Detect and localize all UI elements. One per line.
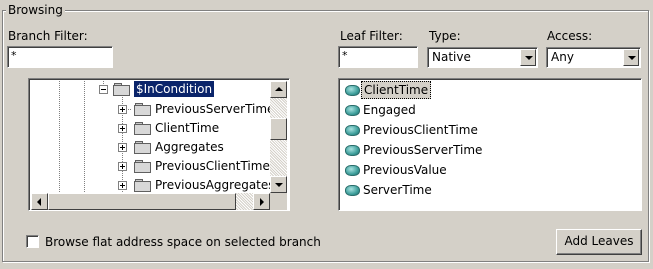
folder-icon xyxy=(134,122,151,135)
branch-tree[interactable]: $InCondition PreviousServerTime ClientTi… xyxy=(28,78,290,211)
tree-item-label: PreviousServerTime xyxy=(155,102,275,116)
leaf-item-label: ServerTime xyxy=(363,183,432,197)
tree-item-aggregates[interactable]: Aggregates xyxy=(117,138,282,156)
tree-item-label: PreviousAggregates xyxy=(155,178,275,192)
expand-icon[interactable] xyxy=(118,124,127,133)
expand-icon[interactable] xyxy=(118,181,127,190)
chevron-down-icon xyxy=(525,56,533,60)
access-selected-value: Any xyxy=(551,50,574,64)
scrollbar-corner xyxy=(270,193,287,210)
folder-icon xyxy=(134,179,151,192)
expand-icon[interactable] xyxy=(118,143,127,152)
leaf-tag-icon xyxy=(345,105,360,116)
branch-filter-label: Branch Filter: xyxy=(8,29,88,43)
folder-open-icon xyxy=(113,83,130,96)
chevron-down-icon xyxy=(628,56,636,60)
expand-icon[interactable] xyxy=(118,162,127,171)
leaf-item-label: PreviousServerTime xyxy=(363,143,483,157)
add-leaves-button[interactable]: Add Leaves xyxy=(556,229,642,255)
folder-icon xyxy=(134,141,151,154)
type-selected-value: Native xyxy=(432,50,471,64)
access-label: Access: xyxy=(547,29,593,43)
horizontal-scroll-thumb[interactable] xyxy=(48,193,236,210)
leaf-item-label: ClientTime xyxy=(361,81,432,99)
leaf-tag-icon xyxy=(345,145,360,156)
arrow-up-icon xyxy=(275,87,283,91)
tree-item-label: ClientTime xyxy=(155,121,220,135)
vertical-scroll-thumb[interactable] xyxy=(270,118,287,140)
type-dropdown-button[interactable] xyxy=(520,49,536,66)
tree-item-previousservertime[interactable]: PreviousServerTime xyxy=(117,100,282,118)
tree-item-label: PreviousClientTime xyxy=(155,159,270,173)
collapse-icon[interactable] xyxy=(99,85,108,94)
folder-icon xyxy=(134,103,151,116)
leaf-filter-input[interactable]: * xyxy=(338,46,418,68)
leaf-item-label: PreviousValue xyxy=(363,163,447,177)
folder-icon xyxy=(134,160,151,173)
leaves-list[interactable]: ClientTime Engaged PreviousClientTime Pr… xyxy=(338,78,642,211)
tree-item-label: Aggregates xyxy=(155,140,224,154)
arrow-right-icon xyxy=(260,198,264,206)
leaf-filter-label: Leaf Filter: xyxy=(340,29,403,43)
arrow-down-icon xyxy=(275,183,283,187)
leaf-tag-icon xyxy=(345,185,360,196)
scroll-up-button[interactable] xyxy=(270,81,287,98)
tree-horizontal-scrollbar[interactable] xyxy=(31,193,270,210)
scroll-right-button[interactable] xyxy=(253,193,270,210)
leaf-item-label: PreviousClientTime xyxy=(363,123,478,137)
arrow-left-icon xyxy=(37,198,41,206)
leaf-tag-icon xyxy=(345,165,360,176)
browsing-group-title: Browsing xyxy=(6,3,65,17)
scroll-down-button[interactable] xyxy=(270,176,287,193)
scroll-left-button[interactable] xyxy=(31,193,48,210)
tree-guide-line xyxy=(59,81,60,193)
browse-flat-label[interactable]: Browse flat address space on selected br… xyxy=(45,235,321,249)
tree-item-label: $InCondition xyxy=(134,81,215,97)
branch-filter-input[interactable]: * xyxy=(7,46,113,68)
leaf-item-label: Engaged xyxy=(363,103,416,117)
tree-item-clienttime[interactable]: ClientTime xyxy=(117,119,282,137)
tree-guide-line xyxy=(84,81,85,193)
browse-flat-checkbox[interactable] xyxy=(26,235,39,248)
tree-vertical-scrollbar[interactable] xyxy=(270,81,287,193)
expand-icon[interactable] xyxy=(118,105,127,114)
access-select[interactable]: Any xyxy=(546,47,641,68)
type-select[interactable]: Native xyxy=(427,47,538,68)
access-dropdown-button[interactable] xyxy=(623,49,639,66)
leaf-tag-icon xyxy=(345,125,360,136)
type-label: Type: xyxy=(429,29,461,43)
leaf-tag-icon xyxy=(345,85,360,96)
tree-item-previousaggregates[interactable]: PreviousAggregates xyxy=(117,176,282,194)
tree-item-incondition[interactable]: $InCondition xyxy=(97,80,277,98)
tree-item-previousclienttime[interactable]: PreviousClientTime xyxy=(117,157,282,175)
